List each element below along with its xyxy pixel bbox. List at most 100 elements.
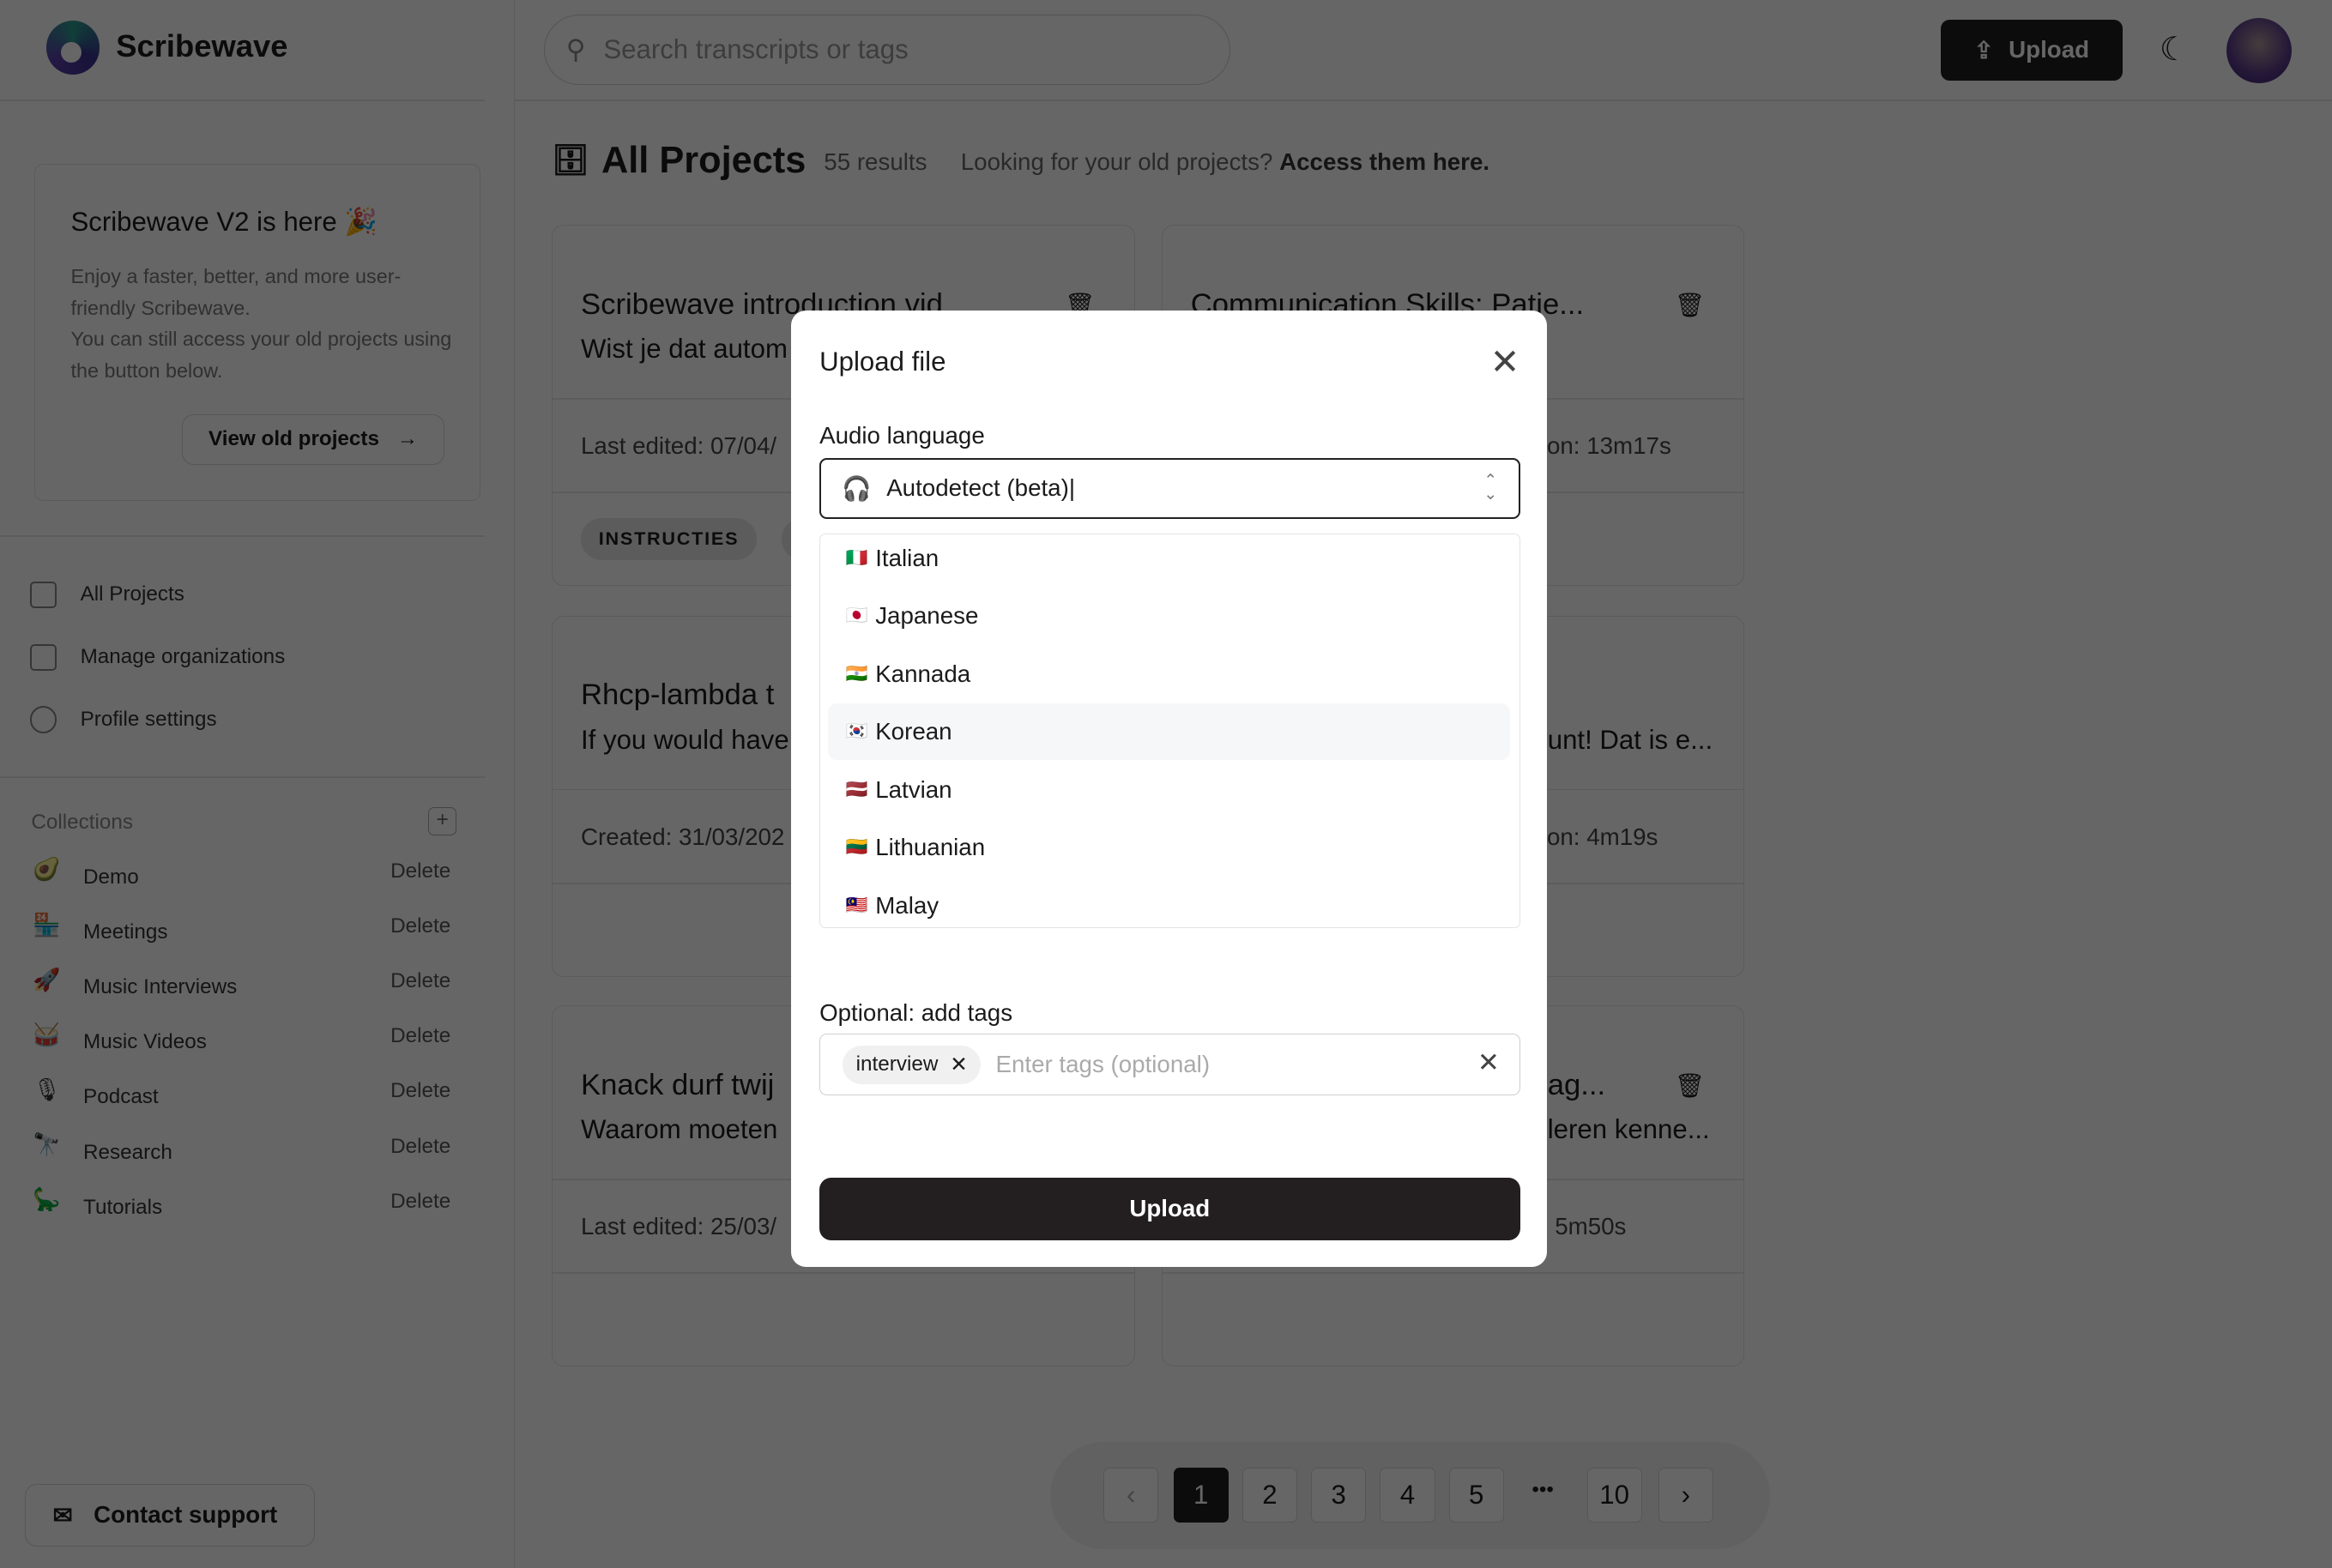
- language-option-label: Japanese: [875, 602, 979, 630]
- nav-manage-organizations[interactable]: Manage organizations: [29, 643, 285, 671]
- add-collection-button[interactable]: +: [428, 807, 457, 836]
- divider: [514, 100, 2332, 101]
- mail-icon: ✉: [52, 1501, 73, 1529]
- upload-button[interactable]: ⇪ Upload: [1941, 19, 2123, 81]
- page-2-button[interactable]: 2: [1242, 1467, 1298, 1523]
- delete-collection-button[interactable]: Delete: [390, 1024, 450, 1048]
- delete-collection-button[interactable]: Delete: [390, 914, 450, 938]
- collection-emoji-icon: 🦕: [33, 1186, 61, 1213]
- delete-collection-button[interactable]: Delete: [390, 859, 450, 884]
- scribewave-logo[interactable]: [45, 21, 100, 75]
- avatar[interactable]: [2226, 17, 2293, 84]
- collection-item[interactable]: 🥁 Music Videos Delete: [33, 1022, 455, 1060]
- nav-profile-settings[interactable]: Profile settings: [29, 706, 217, 733]
- collection-label: Meetings: [83, 920, 168, 944]
- nav-all-projects[interactable]: All Projects: [29, 581, 184, 608]
- dark-mode-toggle-moon-icon[interactable]: ☾: [2160, 30, 2189, 69]
- page-1-button[interactable]: 1: [1173, 1467, 1229, 1523]
- collection-label: Research: [83, 1140, 172, 1164]
- modal-upload-button[interactable]: Upload: [819, 1177, 1520, 1240]
- project-snippet: leren kenne...: [1547, 1114, 1710, 1145]
- old-projects-link[interactable]: Access them here.: [1279, 148, 1489, 175]
- flag-icon: 🇮🇳: [845, 663, 868, 684]
- prev-page-button[interactable]: ‹: [1103, 1467, 1159, 1523]
- collection-emoji-icon: 🎙: [33, 1076, 62, 1102]
- project-title: Knack durf twij: [581, 1068, 775, 1101]
- collection-item[interactable]: 🎙 Podcast Delete: [33, 1076, 455, 1115]
- nav-label: All Projects: [80, 582, 184, 606]
- button-label: View old projects: [208, 427, 379, 451]
- building-icon: [29, 643, 57, 671]
- search-icon: ⚲: [565, 34, 586, 65]
- collection-item[interactable]: 🏪 Meetings Delete: [33, 912, 455, 950]
- delete-collection-button[interactable]: Delete: [390, 1079, 450, 1103]
- language-option[interactable]: 🇲🇾 Malay: [828, 877, 1511, 927]
- brand-name: Scribewave: [116, 27, 288, 63]
- language-dropdown-list[interactable]: 🇮🇹 Italian 🇯🇵 Japanese 🇮🇳 Kannada 🇰🇷 Kor…: [819, 534, 1520, 928]
- collection-item[interactable]: 🦕 Tutorials Delete: [33, 1186, 455, 1226]
- search-input[interactable]: ⚲ Search transcripts or tags: [544, 15, 1230, 85]
- collection-emoji-icon: 🥑: [33, 856, 61, 883]
- collection-label: Music Interviews: [83, 975, 238, 999]
- delete-collection-button[interactable]: Delete: [390, 1190, 450, 1214]
- upload-icon: ⇪: [1973, 36, 1994, 63]
- upload-label: Upload: [2009, 36, 2090, 63]
- language-option-label: Malay: [875, 891, 939, 919]
- flag-icon: 🇲🇾: [845, 895, 868, 915]
- language-option[interactable]: 🇱🇹 Lithuanian: [828, 819, 1511, 876]
- arrow-right-icon: →: [396, 427, 419, 451]
- old-projects-note: Looking for your old projects? Access th…: [961, 148, 1489, 176]
- page-title-text: All Projects: [601, 139, 807, 181]
- collection-label: Tutorials: [83, 1195, 163, 1219]
- project-snippet: Waarom moeten: [581, 1114, 778, 1145]
- nav-label: Profile settings: [80, 707, 217, 731]
- page-3-button[interactable]: 3: [1311, 1467, 1367, 1523]
- trash-icon[interactable]: 🗑: [1675, 1071, 1705, 1100]
- project-title: ag...: [1547, 1068, 1606, 1101]
- project-meta: ion: 13m17s: [1541, 431, 1671, 459]
- trash-icon[interactable]: 🗑: [1675, 291, 1705, 319]
- language-option[interactable]: 🇯🇵 Japanese: [828, 588, 1511, 644]
- divider: [0, 535, 486, 537]
- collection-item[interactable]: 🥑 Demo Delete: [33, 856, 455, 896]
- remove-tag-icon[interactable]: ✕: [950, 1052, 967, 1077]
- chevron-up-down-icon: ⌃ ⌄: [1483, 472, 1498, 504]
- project-meta: Last edited: 07/04/: [581, 431, 777, 459]
- collection-item[interactable]: 🔭 Research Delete: [33, 1131, 455, 1171]
- page-5-button[interactable]: 5: [1448, 1467, 1504, 1523]
- project-snippet: If you would have: [581, 725, 789, 756]
- collection-emoji-icon: 🚀: [33, 966, 61, 992]
- language-option-label: Latvian: [875, 775, 952, 803]
- tag-chip-label: interview: [855, 1052, 939, 1076]
- flag-icon: 🇱🇹: [845, 837, 868, 858]
- promo-text-1: Enjoy a faster, better, and more user-fr…: [70, 265, 402, 319]
- collections-header: Collections: [31, 810, 134, 834]
- clear-tags-icon[interactable]: ✕: [1477, 1047, 1500, 1078]
- project-meta: ion: 4m19s: [1541, 823, 1658, 850]
- close-icon[interactable]: ✕: [1490, 341, 1520, 383]
- next-page-button[interactable]: ›: [1658, 1467, 1713, 1523]
- delete-collection-button[interactable]: Delete: [390, 1135, 450, 1159]
- flag-icon: 🇱🇻: [845, 779, 868, 799]
- collection-label: Demo: [83, 865, 139, 889]
- project-tag[interactable]: INSTRUCTIES: [581, 518, 758, 560]
- tags-input[interactable]: interview ✕ Enter tags (optional) ✕: [819, 1033, 1520, 1096]
- divider: [0, 100, 486, 101]
- contact-support-button[interactable]: ✉ Contact support: [25, 1483, 316, 1547]
- language-option[interactable]: 🇮🇹 Italian: [828, 534, 1511, 587]
- page-title: 🗄 All Projects: [552, 140, 806, 182]
- language-option[interactable]: 🇱🇻 Latvian: [828, 762, 1511, 818]
- tags-label: Optional: add tags: [819, 998, 1013, 1026]
- page-10-button[interactable]: 10: [1586, 1467, 1642, 1523]
- delete-collection-button[interactable]: Delete: [390, 969, 450, 993]
- tags-placeholder: Enter tags (optional): [995, 1051, 1211, 1078]
- pagination-ellipsis: •••: [1532, 1477, 1554, 1501]
- user-icon: [29, 706, 57, 733]
- language-option[interactable]: 🇰🇷 Korean: [827, 703, 1511, 761]
- page-4-button[interactable]: 4: [1380, 1467, 1435, 1523]
- audio-language-select[interactable]: 🎧 Autodetect (beta) | ⌃ ⌄: [819, 457, 1520, 519]
- view-old-projects-button[interactable]: View old projects →: [182, 413, 444, 465]
- project-title: Rhcp-lambda t: [581, 678, 775, 712]
- collection-item[interactable]: 🚀 Music Interviews Delete: [33, 966, 455, 1005]
- language-option[interactable]: 🇮🇳 Kannada: [828, 646, 1511, 703]
